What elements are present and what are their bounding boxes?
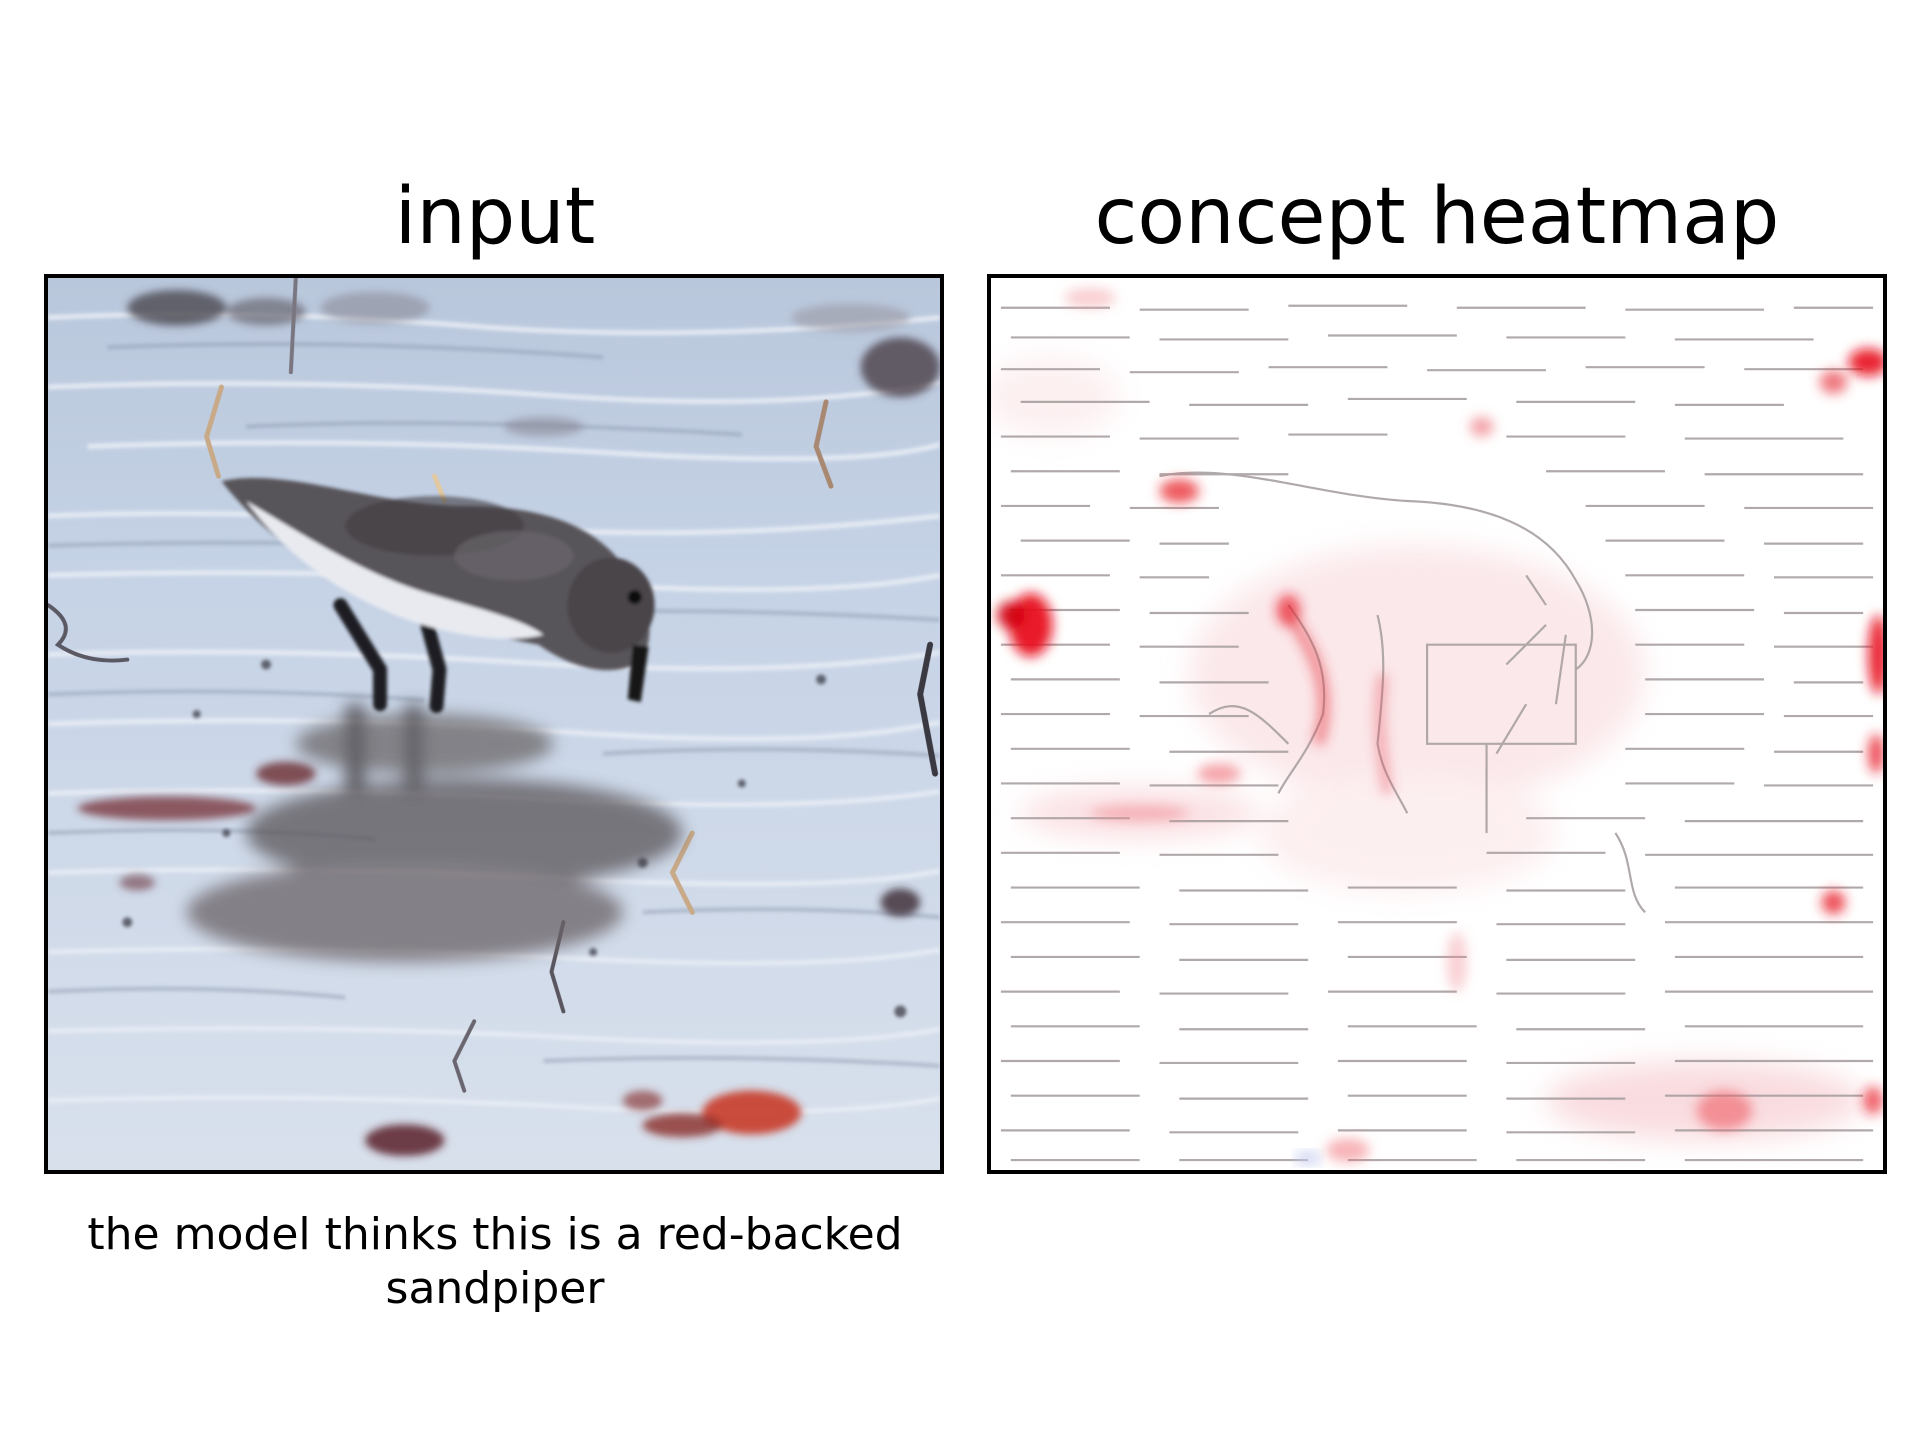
input-image	[48, 278, 940, 1170]
concept-heatmap	[991, 278, 1883, 1170]
heatmap-image-frame	[987, 274, 1887, 1174]
heatmap-panel-title: concept heatmap	[1094, 172, 1780, 262]
model-prediction-caption: the model thinks this is a red-backed sa…	[87, 1209, 903, 1314]
input-image-frame	[44, 274, 944, 1174]
heat-cold-spot	[1294, 1150, 1323, 1167]
input-panel-title: input	[394, 172, 596, 262]
